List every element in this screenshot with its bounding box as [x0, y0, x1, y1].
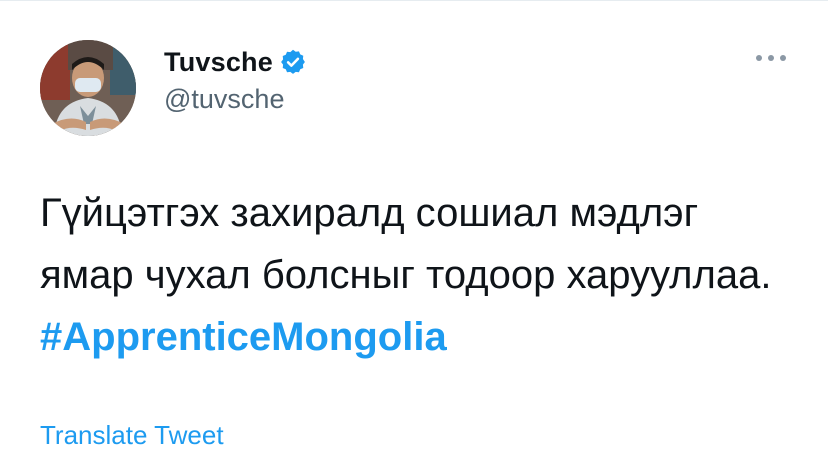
tweet-card: Tuvsche @tuvsche Гүйцэтгэх захиралд соши…	[0, 0, 828, 450]
verified-badge-icon	[279, 48, 307, 76]
dot	[756, 55, 762, 61]
user-handle[interactable]: @tuvsche	[164, 84, 284, 115]
dot	[780, 55, 786, 61]
translate-tweet-link[interactable]: Translate Tweet	[40, 420, 224, 451]
avatar[interactable]	[40, 40, 136, 136]
hashtag-link[interactable]: #ApprenticeMongolia	[40, 315, 447, 359]
tweet-text: Гүйцэтгэх захиралд сошиал мэдлэг ямар чу…	[40, 182, 800, 368]
display-name[interactable]: Tuvsche	[164, 47, 273, 78]
more-options-icon[interactable]	[756, 48, 786, 68]
avatar-image	[40, 40, 136, 136]
dot	[768, 55, 774, 61]
user-name-row: Tuvsche	[164, 44, 307, 80]
tweet-body: Гүйцэтгэх захиралд сошиал мэдлэг ямар чу…	[40, 191, 772, 297]
